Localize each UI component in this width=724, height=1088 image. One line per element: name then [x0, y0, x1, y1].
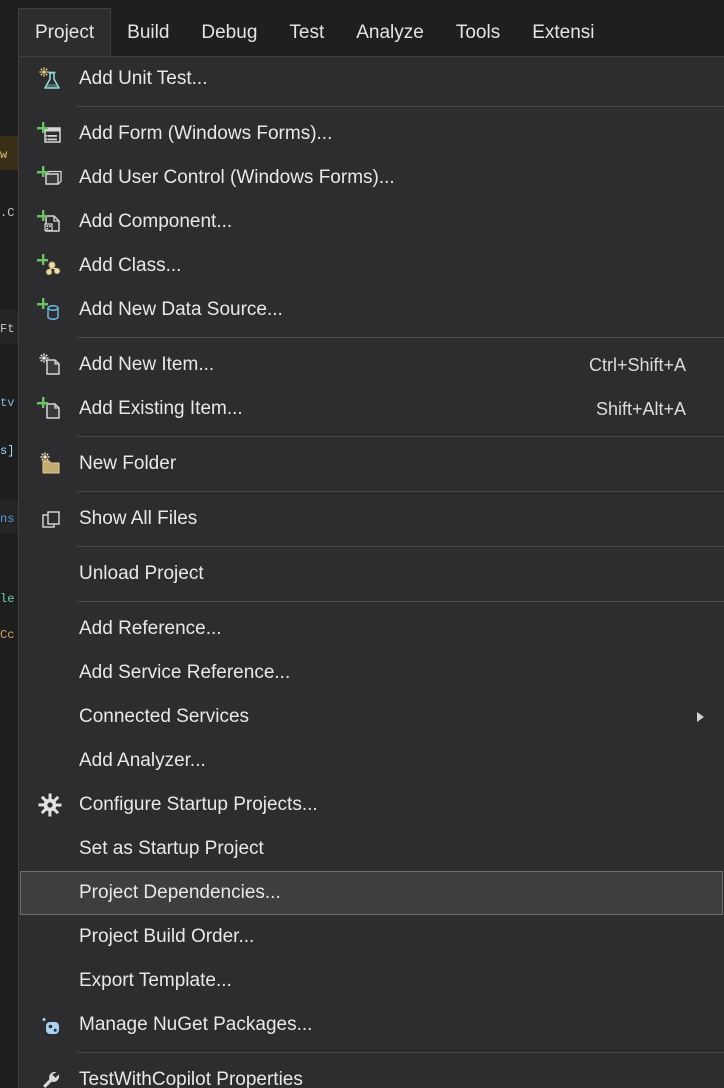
menubar-item-build[interactable]: Build — [111, 8, 185, 57]
menu-item-label: Add Unit Test... — [79, 68, 208, 89]
menu-item-manage-nuget-packages[interactable]: Manage NuGet Packages... — [20, 1003, 723, 1047]
menubar-item-debug[interactable]: Debug — [185, 8, 273, 57]
menu-item-export-template[interactable]: Export Template... — [20, 959, 723, 1003]
no-icon — [21, 552, 79, 596]
menu-item-label: Project Build Order... — [79, 926, 255, 947]
menu-item-add-class[interactable]: Add Class... — [20, 244, 723, 288]
menu-item-label: Add New Item... — [79, 354, 215, 375]
menu-item-label: Add New Data Source... — [79, 299, 283, 320]
no-icon — [21, 607, 79, 651]
menu-item-label: Connected Services — [79, 706, 250, 727]
menu-item-project-build-order[interactable]: Project Build Order... — [20, 915, 723, 959]
menubar-item-tools[interactable]: Tools — [440, 8, 516, 57]
add-data-source-icon — [21, 288, 79, 332]
menu-item-add-reference[interactable]: Add Reference... — [20, 607, 723, 651]
menu-separator — [77, 1052, 724, 1053]
wrench-icon — [21, 1058, 79, 1088]
existing-item-icon — [21, 387, 79, 431]
menu-item-label: Add Component... — [79, 211, 233, 232]
menu-item-add-service-reference[interactable]: Add Service Reference... — [20, 651, 723, 695]
no-icon — [21, 871, 79, 915]
menu-item-connected-services[interactable]: Connected Services — [20, 695, 723, 739]
menu-separator — [77, 491, 724, 492]
menu-item-new-folder[interactable]: New Folder — [20, 442, 723, 486]
add-component-icon — [21, 200, 79, 244]
menu-item-unload-project[interactable]: Unload Project — [20, 552, 723, 596]
menu-separator — [77, 337, 724, 338]
menu-separator — [77, 106, 724, 107]
menu-item-label: Export Template... — [79, 970, 232, 991]
main-menu-bar: Project Build Debug Test Analyze Tools Extensi — [0, 0, 724, 57]
no-icon — [21, 695, 79, 739]
menu-item-add-form-windows-forms[interactable]: Add Form (Windows Forms)... — [20, 112, 723, 156]
menu-item-testwithcopilot-properties[interactable]: TestWithCopilot Properties — [20, 1058, 723, 1088]
menubar-item-test[interactable]: Test — [273, 8, 340, 57]
menu-item-shortcut: Shift+Alt+A — [595, 398, 686, 419]
add-form-icon — [21, 112, 79, 156]
menu-item-label: Add Reference... — [79, 618, 222, 639]
no-icon — [21, 651, 79, 695]
menu-item-label: Add Class... — [79, 255, 182, 276]
no-icon — [21, 915, 79, 959]
menu-item-label: Show All Files — [79, 508, 198, 529]
menu-item-add-unit-test[interactable]: Add Unit Test... — [20, 57, 723, 101]
menu-separator — [77, 601, 724, 602]
gear-icon — [21, 783, 79, 827]
project-dropdown-menu: Add Unit Test... Add Form (Windows Forms)… — [18, 56, 724, 1088]
menubar-item-project[interactable]: Project — [18, 8, 112, 57]
menu-item-set-as-startup-project[interactable]: Set as Startup Project — [20, 827, 723, 871]
menu-item-add-existing-item[interactable]: Add Existing Item... Shift+Alt+A — [20, 387, 723, 431]
no-icon — [21, 827, 79, 871]
add-user-control-icon — [21, 156, 79, 200]
menu-item-configure-startup-projects[interactable]: Configure Startup Projects... — [20, 783, 723, 827]
menu-item-label: Configure Startup Projects... — [79, 794, 318, 815]
menu-item-show-all-files[interactable]: Show All Files — [20, 497, 723, 541]
menubar-item-analyze[interactable]: Analyze — [340, 8, 440, 57]
menu-item-label: Project Dependencies... — [79, 882, 281, 903]
show-all-files-icon — [21, 497, 79, 541]
menu-item-label: Manage NuGet Packages... — [79, 1014, 313, 1035]
submenu-arrow-icon — [697, 712, 704, 722]
menu-item-label: Add Service Reference... — [79, 662, 291, 683]
menu-item-label: Unload Project — [79, 563, 204, 584]
menu-item-label: Add Analyzer... — [79, 750, 206, 771]
menu-item-add-new-data-source[interactable]: Add New Data Source... — [20, 288, 723, 332]
menu-item-label: Add User Control (Windows Forms)... — [79, 167, 395, 188]
menu-item-add-new-item[interactable]: Add New Item... Ctrl+Shift+A — [20, 343, 723, 387]
menu-item-add-analyzer[interactable]: Add Analyzer... — [20, 739, 723, 783]
add-class-icon — [21, 244, 79, 288]
menubar-item-extensi[interactable]: Extensi — [516, 8, 610, 57]
nuget-icon — [21, 1003, 79, 1047]
menu-item-label: TestWithCopilot Properties — [79, 1069, 303, 1088]
menu-item-label: Set as Startup Project — [79, 838, 264, 859]
no-icon — [21, 739, 79, 783]
no-icon — [21, 959, 79, 1003]
flask-icon — [21, 57, 79, 101]
menu-item-add-user-control-windows-forms[interactable]: Add User Control (Windows Forms)... — [20, 156, 723, 200]
menu-separator — [77, 546, 724, 547]
menu-item-label: Add Form (Windows Forms)... — [79, 123, 333, 144]
menu-item-label: New Folder — [79, 453, 177, 474]
new-folder-icon — [21, 442, 79, 486]
menu-item-label: Add Existing Item... — [79, 398, 243, 419]
menu-item-project-dependencies[interactable]: Project Dependencies... — [20, 871, 723, 915]
menu-item-add-component[interactable]: Add Component... — [20, 200, 723, 244]
menu-item-shortcut: Ctrl+Shift+A — [588, 354, 686, 375]
menu-separator — [77, 436, 724, 437]
new-item-icon — [21, 343, 79, 387]
